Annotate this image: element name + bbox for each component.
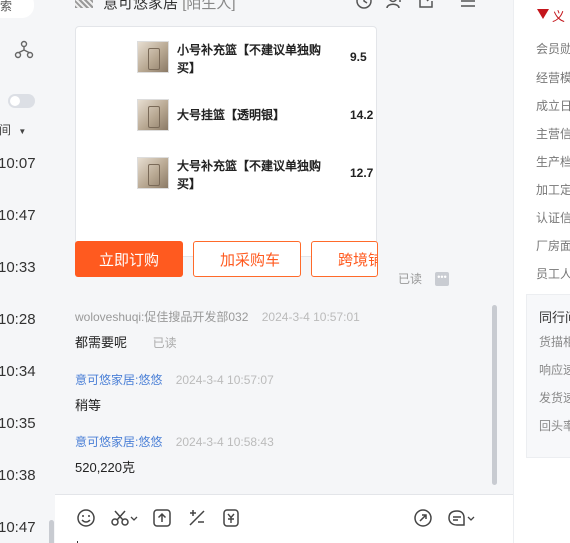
contact-name: 意可悠家居: [103, 0, 179, 12]
emoji-icon[interactable]: [76, 508, 96, 528]
order-now-button[interactable]: 立即订购: [75, 241, 183, 277]
add-contact-icon[interactable]: [386, 0, 404, 10]
conversation-time[interactable]: 10:35: [0, 415, 36, 432]
conversation-time[interactable]: 10:47: [0, 519, 36, 536]
quick-phrase-icon[interactable]: [187, 508, 207, 528]
message-bubble[interactable]: 都需要呢 已读: [75, 332, 177, 351]
conversation-time[interactable]: 10:07: [0, 155, 36, 172]
product-thumbnail: [137, 99, 169, 131]
brand-logo-icon: [537, 9, 549, 19]
brand-name[interactable]: 义: [552, 6, 565, 25]
upload-file-icon[interactable]: [152, 508, 172, 528]
search-box[interactable]: 索: [0, 0, 34, 18]
search-text: 索: [0, 0, 13, 13]
list-scrollbar[interactable]: [49, 520, 54, 543]
message-time: 2024-3-4 10:57:01: [261, 310, 360, 324]
peer-metric: 货描相: [539, 335, 570, 349]
time-filter-label: 间: [0, 123, 12, 137]
contact-title: 意可悠家居 [陌生人]: [103, 0, 236, 13]
product-name: 大号补充篮【不建议单独购买】: [177, 159, 322, 191]
menu-icon[interactable]: [459, 0, 477, 10]
message-text: 稍等: [75, 398, 102, 413]
cross-border-button[interactable]: 跨境铺: [311, 241, 378, 277]
message-bubble[interactable]: 520,220克: [75, 457, 135, 476]
conversation-time[interactable]: 10:28: [0, 311, 36, 328]
supplier-info-panel: 义 会员勋 经营模 成立日 主营信 生产档 加工定 认证信 厂房面 员工人 同行…: [513, 0, 570, 543]
message-text: 都需要呢: [75, 335, 128, 350]
info-item: 员工人: [536, 267, 570, 281]
send-link-icon[interactable]: [413, 508, 433, 528]
chat-panel: 意可悠家居 [陌生人] 小号补充篮【不建议单独购买】 9.5 大号挂篮【透明银】…: [55, 0, 513, 543]
card-actions: 立即订购 加采购车 跨境铺: [75, 241, 378, 277]
chat-app-window: 索 间 ▼ 10:07 10:47 10:33 10:28 10:34 10:3…: [0, 0, 570, 543]
conversation-time[interactable]: 10:47: [0, 207, 36, 224]
read-status: 已读: [152, 336, 177, 350]
compose-area: [55, 494, 513, 543]
read-status: 已读: [398, 272, 423, 286]
info-item: 生产档: [536, 155, 570, 169]
chat-scrollbar[interactable]: [492, 305, 497, 485]
history-icon[interactable]: [355, 0, 373, 10]
product-order-card[interactable]: 小号补充篮【不建议单独购买】 9.5 大号挂篮【透明银】 14.2 大号补充篮【…: [75, 26, 377, 257]
price-tag-icon[interactable]: [221, 508, 241, 528]
product-price: 14.2: [350, 108, 374, 122]
share-icon[interactable]: [417, 0, 435, 10]
product-row[interactable]: 大号补充篮【不建议单独购买】 12.7: [137, 157, 376, 197]
peer-comparison-box: 同行间 货描相 响应速 发货速 回头率: [526, 294, 570, 458]
product-row[interactable]: 大号挂篮【透明银】 14.2: [137, 99, 376, 139]
conversation-time[interactable]: 10:38: [0, 467, 36, 484]
message-meta: 意可悠家居:悠悠 2024-3-4 10:58:43: [75, 433, 274, 450]
product-row[interactable]: 小号补充篮【不建议单独购买】 9.5: [137, 41, 376, 81]
message-meta: woloveshuqi:促佳搜品开发部032 2024-3-4 10:57:01: [75, 308, 360, 325]
peer-comparison-title: 同行间: [539, 310, 570, 325]
conversation-time[interactable]: 10:33: [0, 259, 36, 276]
screenshot-icon[interactable]: [110, 508, 138, 528]
filter-toggle[interactable]: [8, 94, 35, 108]
info-item: 会员勋: [536, 42, 570, 56]
info-item: 经营模: [536, 71, 570, 85]
chevron-down-icon: ▼: [18, 127, 27, 136]
message-time: 2024-3-4 10:58:43: [175, 435, 274, 449]
info-item: 加工定: [536, 183, 570, 197]
message-time: 2024-3-4 10:57:07: [175, 373, 274, 387]
peer-metric: 发货速: [539, 391, 570, 405]
peer-metric: 回头率: [539, 419, 570, 433]
info-item: 成立日: [536, 99, 570, 113]
peer-metric: 响应速: [539, 363, 570, 377]
product-price: 12.7: [350, 166, 374, 180]
product-thumbnail: [137, 157, 169, 189]
info-item: 主营信: [536, 127, 570, 141]
info-item: 认证信: [536, 211, 570, 225]
contact-tag: [陌生人]: [182, 0, 236, 12]
product-name: 小号补充篮【不建议单独购买】: [177, 43, 322, 75]
message-bubble[interactable]: 稍等: [75, 395, 101, 414]
add-to-cart-button[interactable]: 加采购车: [193, 241, 301, 277]
conversation-list: 索 间 ▼ 10:07 10:47 10:33 10:28 10:34 10:3…: [0, 0, 55, 543]
message-text: 520,220克: [75, 460, 135, 475]
message-sender: 意可悠家居:悠悠: [75, 435, 163, 449]
product-price: 9.5: [350, 50, 367, 64]
chat-settings-icon[interactable]: [447, 508, 475, 528]
contact-avatar: [75, 0, 93, 8]
product-name: 大号挂篮【透明银】: [177, 108, 286, 122]
org-tree-icon[interactable]: [14, 40, 34, 60]
more-options-icon[interactable]: •••: [435, 272, 449, 286]
chat-header: 意可悠家居 [陌生人]: [73, 0, 493, 12]
toggle-knob: [10, 96, 20, 106]
message-sender: woloveshuqi:促佳搜品开发部032: [75, 310, 249, 324]
product-thumbnail: [137, 41, 169, 73]
time-filter-dropdown[interactable]: 间 ▼: [0, 121, 26, 138]
info-item: 厂房面: [536, 239, 570, 253]
message-sender: 意可悠家居:悠悠: [75, 373, 163, 387]
message-meta: 意可悠家居:悠悠 2024-3-4 10:57:07: [75, 371, 274, 388]
conversation-time[interactable]: 10:34: [0, 363, 36, 380]
